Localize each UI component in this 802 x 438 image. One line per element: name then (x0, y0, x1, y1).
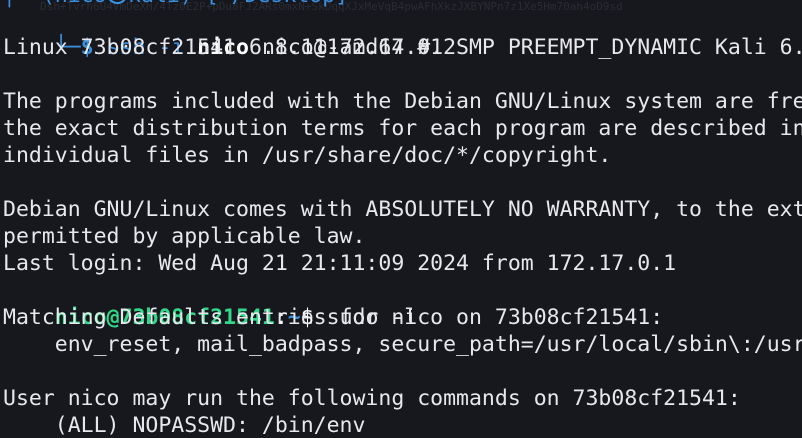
output-line: env_reset, mail_badpass, secure_path=/us… (3, 332, 802, 357)
prompt-line-ssh: └─$ ssh -i nico nico@172.17.0.2 (3, 7, 456, 60)
last-login-line: Last login: Wed Aug 21 21:11:09 2024 fro… (3, 251, 677, 276)
output-line: Linux 73b08cf21541 6.8.11-amd64 #1 SMP P… (3, 35, 802, 60)
shell-prompt-line: nico@73b08cf21541:~$ sudo -l (3, 277, 417, 330)
output-line: User nico may run the following commands… (3, 386, 741, 411)
output-line: Matching Defaults entries for nico on 73… (3, 305, 664, 330)
output-line: permitted by applicable law. (3, 224, 366, 249)
terminal-window[interactable]: Dsh+Tvrh6U4VmDeXH/4Tz0E2P+pDu8FJ2ARs0mxN… (0, 0, 802, 438)
output-line: individual files in /usr/share/doc/*/cop… (3, 143, 612, 168)
output-line: The programs included with the Debian GN… (3, 89, 802, 114)
output-line: Debian GNU/Linux comes with ABSOLUTELY N… (3, 197, 802, 222)
output-line: (ALL) NOPASSWD: /bin/env (3, 413, 366, 438)
output-line: the exact distribution terms for each pr… (3, 116, 802, 141)
